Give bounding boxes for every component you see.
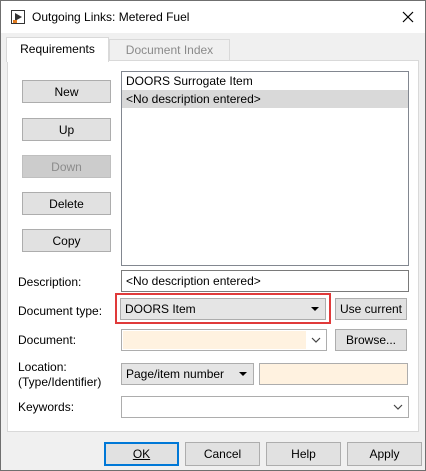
description-label: Description: <box>18 275 82 289</box>
cancel-button[interactable]: Cancel <box>185 442 260 466</box>
up-button[interactable]: Up <box>22 118 111 141</box>
close-icon[interactable] <box>397 7 419 27</box>
chevron-down-icon <box>239 372 247 376</box>
chevron-down-icon[interactable] <box>310 335 322 345</box>
location-identifier-field[interactable] <box>259 363 408 385</box>
new-button[interactable]: New <box>22 80 111 103</box>
help-button[interactable]: Help <box>266 442 341 466</box>
tab-document-index[interactable]: Document Index <box>109 39 230 61</box>
list-item[interactable]: DOORS Surrogate Item <box>122 72 408 90</box>
ok-button[interactable]: OK <box>104 442 179 466</box>
requirements-list[interactable]: DOORS Surrogate Item <No description ent… <box>121 71 409 266</box>
location-label-line2: (Type/Identifier) <box>18 375 102 389</box>
outgoing-links-dialog: Outgoing Links: Metered Fuel Requirement… <box>0 0 426 471</box>
use-current-button[interactable]: Use current <box>335 298 407 320</box>
location-label-line1: Location: <box>18 360 67 374</box>
location-label: Location: (Type/Identifier) <box>18 360 101 390</box>
document-type-select[interactable]: DOORS Item <box>120 298 326 320</box>
apply-button[interactable]: Apply <box>347 442 422 466</box>
copy-button[interactable]: Copy <box>22 229 111 252</box>
document-label: Document: <box>18 333 77 347</box>
browse-button[interactable]: Browse... <box>335 329 407 351</box>
apply-button-label: Apply <box>369 447 400 461</box>
cancel-button-label: Cancel <box>203 447 242 461</box>
down-button[interactable]: Down <box>22 155 111 178</box>
window-title: Outgoing Links: Metered Fuel <box>32 10 190 24</box>
ok-button-label: OK <box>132 447 151 461</box>
document-type-value: DOORS Item <box>125 302 196 316</box>
list-item-selected[interactable]: <No description entered> <box>122 90 408 108</box>
help-button-label: Help <box>291 447 316 461</box>
location-type-select[interactable]: Page/item number <box>121 363 254 385</box>
description-field[interactable]: <No description entered> <box>121 270 409 292</box>
document-field[interactable] <box>123 331 306 349</box>
tab-requirements[interactable]: Requirements <box>6 37 109 62</box>
requirements-panel: New Up Down Delete Copy DOORS Surrogate … <box>7 60 419 432</box>
location-type-value: Page/item number <box>126 367 225 381</box>
chevron-down-icon <box>311 307 319 311</box>
keywords-label: Keywords: <box>18 400 75 414</box>
document-select[interactable] <box>121 329 327 351</box>
delete-button[interactable]: Delete <box>22 192 111 215</box>
chevron-down-icon[interactable] <box>392 402 404 412</box>
keywords-field[interactable] <box>123 398 388 416</box>
title-bar: Outgoing Links: Metered Fuel <box>1 1 425 33</box>
document-type-label: Document type: <box>18 304 103 318</box>
app-icon <box>10 9 26 25</box>
keywords-select[interactable] <box>121 396 409 418</box>
